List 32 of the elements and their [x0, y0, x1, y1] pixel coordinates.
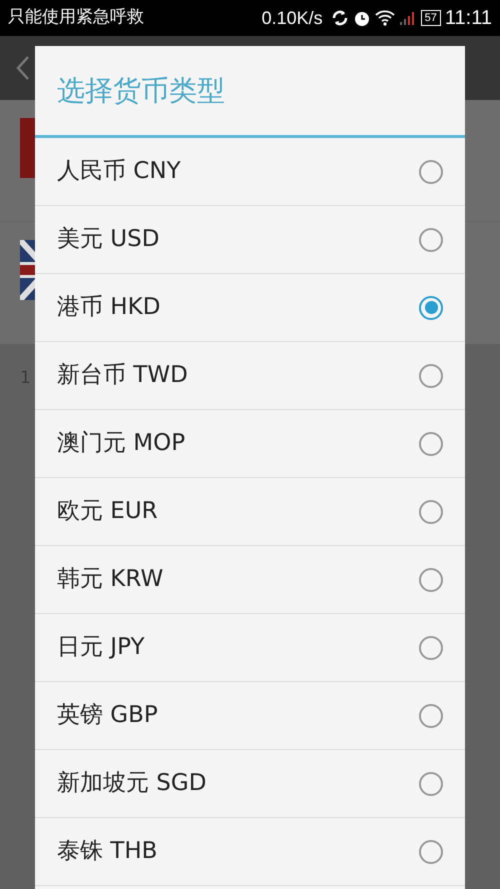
network-speed: 0.10K/s [262, 6, 323, 30]
currency-option[interactable]: 日元 JPY [35, 614, 465, 682]
currency-option[interactable]: 泰铢 THB [35, 818, 465, 886]
radio-button[interactable] [419, 772, 443, 796]
currency-option[interactable]: 英镑 GBP [35, 682, 465, 750]
battery-indicator: 57 [420, 10, 441, 26]
radio-button[interactable] [419, 296, 443, 320]
radio-button[interactable] [419, 840, 443, 864]
sync-icon [330, 9, 349, 27]
currency-option[interactable]: 人民币 CNY [35, 138, 465, 206]
dialog-title: 选择货币类型 [57, 72, 225, 108]
currency-option[interactable]: 新台币 TWD [35, 342, 465, 410]
radio-button[interactable] [419, 500, 443, 524]
alarm-icon [352, 9, 371, 27]
currency-option[interactable]: 欧元 EUR [35, 478, 465, 546]
currency-option[interactable]: 港币 HKD [35, 274, 465, 342]
radio-button[interactable] [419, 228, 443, 252]
radio-button[interactable] [419, 704, 443, 728]
currency-option[interactable]: 韩元 KRW [35, 546, 465, 614]
back-icon [16, 55, 30, 81]
carrier-text: 只能使用紧急呼救 [8, 6, 144, 30]
radio-button[interactable] [419, 568, 443, 592]
currency-option[interactable]: 新加坡元 SGD [35, 750, 465, 818]
radio-button[interactable] [419, 364, 443, 388]
clock-text: 11:11 [444, 6, 492, 31]
radio-button[interactable] [419, 160, 443, 184]
wifi-icon [374, 10, 395, 26]
radio-button[interactable] [419, 636, 443, 660]
radio-button[interactable] [419, 432, 443, 456]
currency-option[interactable]: 澳门元 MOP [35, 410, 465, 478]
signal-icon [398, 10, 417, 26]
currency-option[interactable]: 美元 USD [35, 206, 465, 274]
